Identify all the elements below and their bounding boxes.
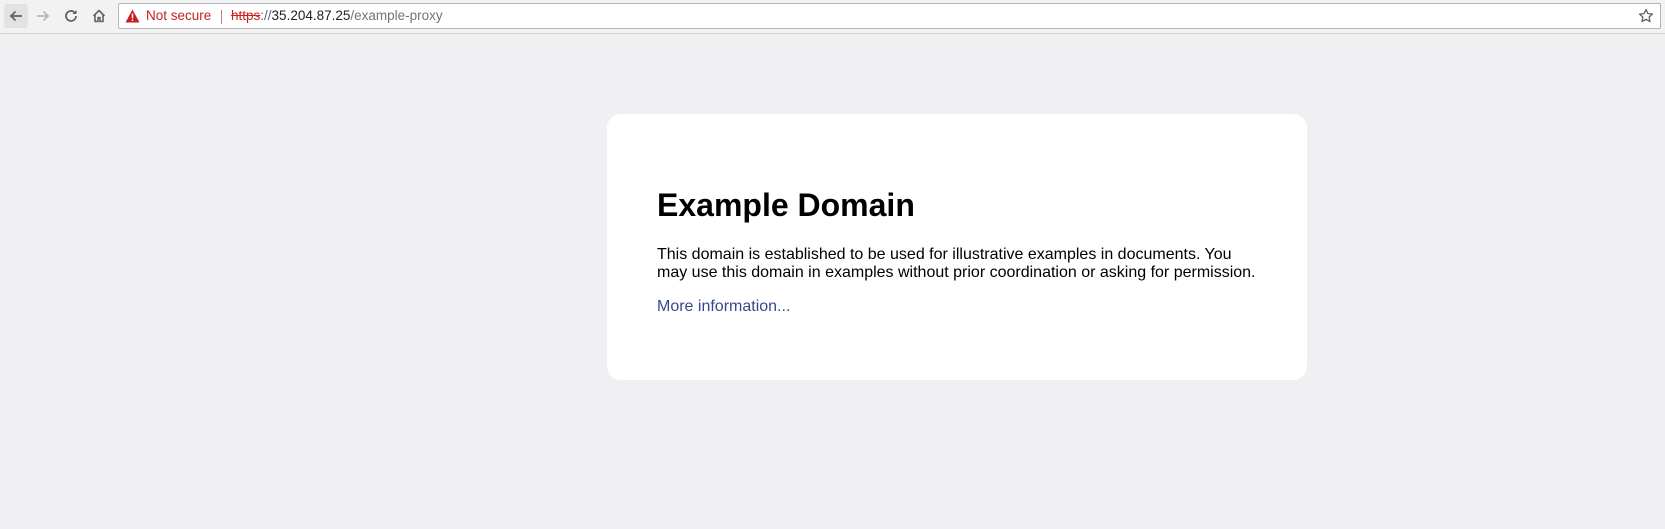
address-divider: [221, 10, 222, 24]
reload-button[interactable]: [59, 4, 83, 28]
back-arrow-icon: [9, 10, 22, 22]
url-host: 35.204.87.25: [271, 8, 351, 23]
security-status-label[interactable]: Not secure: [146, 4, 211, 28]
more-information-link[interactable]: More information...: [657, 298, 790, 316]
address-bar[interactable]: Not secure https://35.204.87.25/example-…: [118, 3, 1661, 29]
back-button[interactable]: [4, 4, 28, 28]
browser-toolbar: Not secure https://35.204.87.25/example-…: [0, 0, 1665, 34]
warning-triangle-icon: [125, 9, 140, 23]
page-description: This domain is established to be used fo…: [657, 246, 1256, 281]
forward-button[interactable]: [31, 4, 55, 28]
url-separator: ://: [260, 8, 272, 23]
url-path: /example-proxy: [350, 8, 443, 23]
star-icon[interactable]: [1638, 8, 1654, 24]
home-button[interactable]: [87, 4, 111, 28]
reload-icon: [65, 10, 77, 22]
url-text[interactable]: https://35.204.87.25/example-proxy: [231, 4, 443, 28]
page-title: Example Domain: [657, 187, 915, 223]
url-scheme: https: [231, 8, 261, 23]
home-icon: [92, 9, 106, 23]
forward-arrow-icon: [37, 10, 50, 22]
content-card: Example Domain This domain is establishe…: [607, 114, 1307, 380]
